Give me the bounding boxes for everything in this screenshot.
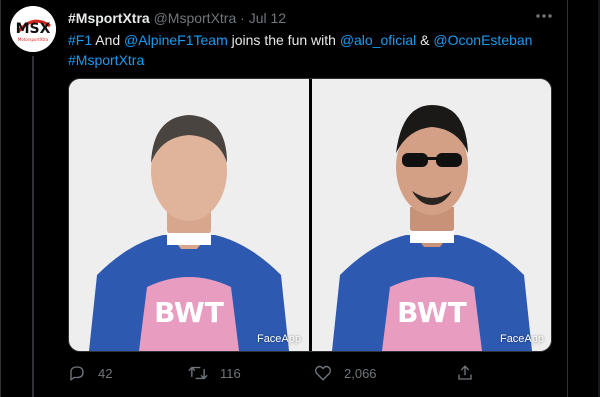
tweet-date[interactable]: Jul 12 (249, 10, 286, 26)
more-options-button[interactable] (533, 5, 555, 27)
more-dots-icon (536, 14, 552, 18)
date-separator: · (240, 10, 245, 26)
share-icon (458, 365, 472, 380)
tweet-header: #MsportXtra @MsportXtra · Jul 12 (68, 9, 286, 27)
avatar[interactable]: MSX MotorsportXtra (10, 6, 56, 52)
avatar-logo-text: MSX (16, 21, 51, 37)
tweet[interactable]: MSX MotorsportXtra #MsportXtra @MsportXt… (0, 0, 600, 397)
suit-sponsor-text: BWT (154, 296, 224, 329)
reply-count: 42 (98, 365, 113, 381)
faceapp-watermark: FaceApp (499, 333, 544, 345)
like-button[interactable]: 2,066 (314, 362, 377, 384)
author-name[interactable]: #MsportXtra (68, 10, 150, 26)
mention-oconesteban-link[interactable]: @OconEsteban (433, 32, 532, 48)
tweet-text-segment: And (92, 32, 125, 48)
timeline-border-left (0, 0, 1, 397)
retweet-icon (188, 366, 208, 380)
like-count: 2,066 (344, 365, 377, 381)
thread-line (32, 56, 34, 397)
hashtag-f1-link[interactable]: #F1 (68, 32, 92, 48)
author-handle[interactable]: @MsportXtra (154, 10, 237, 26)
media-photo-left[interactable]: BWT FaceApp (69, 79, 309, 351)
avatar-sub-text: MotorsportXtra (18, 37, 49, 42)
hashtag-msportxtra-link[interactable]: #MsportXtra (68, 52, 144, 68)
retweet-count: 116 (220, 365, 241, 381)
reply-button[interactable]: 42 (68, 362, 112, 384)
heart-icon (314, 365, 332, 381)
driver-portrait-image: BWT (69, 79, 309, 351)
media-photo-right[interactable]: BWT FaceApp (312, 79, 551, 351)
tweet-text-segment: & (416, 32, 434, 48)
tweet-text-segment: joins the fun with (227, 32, 340, 48)
driver-portrait-image: BWT (312, 79, 551, 351)
retweet-button[interactable]: 116 (188, 362, 241, 384)
faceapp-watermark: FaceApp (256, 333, 301, 345)
suit-sponsor-text: BWT (397, 296, 467, 329)
msx-logo-icon: MSX MotorsportXtra (10, 6, 56, 52)
mention-alpinef1team-link[interactable]: @AlpineF1Team (124, 32, 228, 48)
share-button[interactable] (456, 362, 474, 384)
mention-alo-oficial-link[interactable]: @alo_oficial (340, 32, 416, 48)
timeline-border-right (567, 0, 568, 397)
tweet-actions: 42 116 2,066 (68, 362, 488, 384)
tweet-media-grid: BWT FaceApp BWT FaceApp (68, 78, 552, 352)
tweet-text: #F1 And @AlpineF1Team joins the fun with… (68, 30, 558, 70)
reply-icon (70, 366, 84, 382)
